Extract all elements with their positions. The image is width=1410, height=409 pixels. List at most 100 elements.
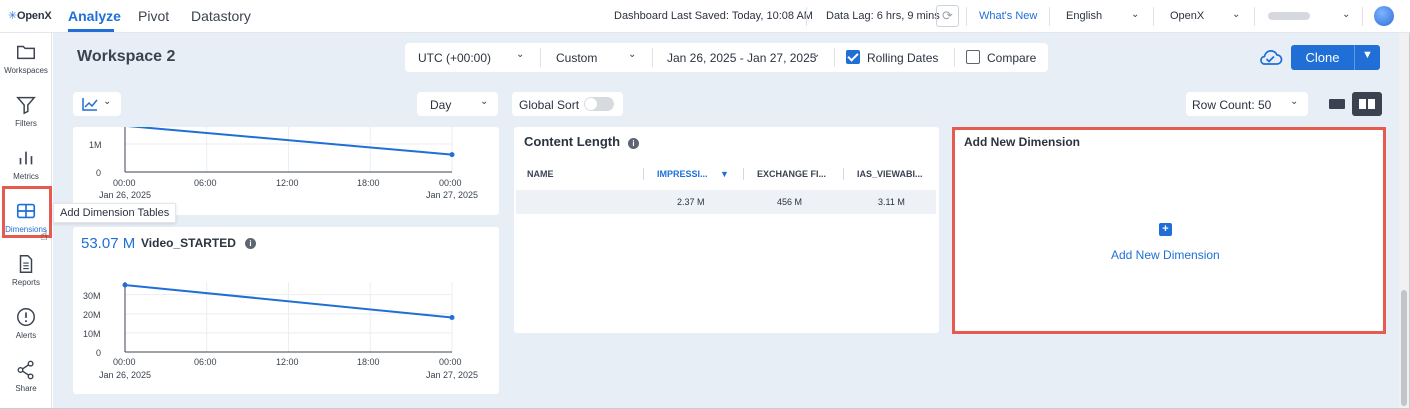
divider bbox=[1153, 7, 1154, 26]
chevron-down-icon[interactable]: ⌄ bbox=[812, 49, 820, 60]
split-view-icon bbox=[1359, 99, 1366, 109]
rolling-dates-label[interactable]: Rolling Dates bbox=[867, 51, 938, 65]
bar-chart-icon bbox=[19, 151, 33, 165]
dimension-table-title: Content Length bbox=[524, 134, 621, 149]
x-tick-label: 00:00 bbox=[439, 357, 462, 367]
column-header-ias-viewability[interactable]: IAS_VIEWABI... bbox=[857, 169, 923, 179]
column-header-exchange[interactable]: EXCHANGE FI... bbox=[757, 169, 826, 179]
top-line-chart bbox=[124, 127, 455, 173]
compare-checkbox[interactable] bbox=[966, 50, 980, 64]
language-select[interactable]: English bbox=[1066, 10, 1102, 22]
sidebar-item-label: Filters bbox=[15, 119, 37, 128]
divider bbox=[652, 48, 653, 67]
y-tick-label: 1M bbox=[89, 140, 102, 150]
y-tick-label: 0 bbox=[96, 348, 102, 358]
active-tab-indicator bbox=[68, 29, 114, 32]
chevron-down-icon[interactable]: ⌄ bbox=[1232, 9, 1240, 20]
chevron-down-icon[interactable]: ⌄ bbox=[480, 96, 488, 107]
cloud-save-icon[interactable] bbox=[1257, 47, 1283, 67]
x-date-label: Jan 26, 2025 bbox=[99, 370, 152, 380]
x-date-label: Jan 26, 2025 bbox=[99, 190, 152, 200]
column-divider[interactable] bbox=[843, 168, 844, 180]
table-cell: 2.37 M bbox=[677, 197, 705, 207]
row-count-value: 50 bbox=[1258, 98, 1272, 112]
sidebar-item-label: Workspaces bbox=[4, 66, 48, 75]
x-tick-label: 00:00 bbox=[439, 178, 462, 188]
hand-cursor-icon: ☝ bbox=[40, 228, 48, 243]
granularity-value: Day bbox=[430, 98, 452, 112]
two-column-view-button[interactable] bbox=[1352, 92, 1382, 116]
column-divider[interactable] bbox=[743, 168, 744, 180]
x-tick-label: 00:00 bbox=[113, 357, 136, 367]
x-date-label: Jan 27, 2025 bbox=[426, 370, 479, 380]
column-header-name[interactable]: NAME bbox=[527, 169, 554, 179]
user-name-redacted[interactable] bbox=[1268, 12, 1310, 20]
info-icon[interactable]: i bbox=[628, 138, 639, 149]
sidebar-item-share[interactable]: Share bbox=[0, 355, 52, 401]
refresh-icon[interactable]: ⟳ bbox=[936, 5, 959, 27]
clone-button[interactable]: Clone ▼ bbox=[1291, 45, 1380, 70]
account-select[interactable]: OpenX bbox=[1170, 10, 1204, 22]
range-type-select[interactable]: Custom bbox=[556, 51, 597, 65]
line-chart-icon bbox=[82, 98, 98, 111]
nav-tab-pivot[interactable]: Pivot bbox=[138, 8, 169, 24]
alert-icon bbox=[17, 308, 35, 326]
nav-tab-datastory[interactable]: Datastory bbox=[191, 8, 251, 24]
compare-label[interactable]: Compare bbox=[987, 51, 1036, 65]
chevron-down-icon[interactable]: ▼ bbox=[1355, 49, 1380, 61]
whats-new-link[interactable]: What's New bbox=[979, 10, 1037, 22]
y-tick-label: 10M bbox=[83, 329, 101, 339]
highlight-box bbox=[952, 127, 1386, 334]
sidebar-item-reports[interactable]: Reports bbox=[0, 249, 52, 295]
data-point bbox=[449, 152, 455, 158]
date-range-picker[interactable]: Jan 26, 2025 - Jan 27, 2025 bbox=[667, 51, 816, 65]
x-tick-label: 12:00 bbox=[276, 178, 299, 188]
sidebar-item-workspaces[interactable]: Workspaces bbox=[0, 37, 52, 83]
chevron-down-icon[interactable]: ⌄ bbox=[1342, 9, 1350, 20]
avatar[interactable] bbox=[1374, 6, 1394, 26]
table-row[interactable] bbox=[516, 190, 936, 214]
filter-icon bbox=[16, 96, 36, 115]
divider bbox=[1362, 7, 1363, 26]
global-sort-toggle[interactable] bbox=[584, 97, 614, 111]
sidebar-item-label: Reports bbox=[11, 278, 40, 287]
nav-tab-analyze[interactable]: Analyze bbox=[68, 8, 121, 24]
column-divider[interactable] bbox=[643, 168, 644, 180]
scrollbar-thumb[interactable] bbox=[1401, 290, 1407, 406]
folder-icon bbox=[17, 45, 35, 60]
x-tick-label: 18:00 bbox=[357, 357, 380, 367]
data-lag-status: Data Lag: 6 hrs, 9 mins bbox=[826, 10, 940, 22]
openx-logo[interactable]: ✳OpenX bbox=[8, 9, 52, 22]
document-icon bbox=[19, 255, 33, 273]
dashboard-saved-status: Dashboard Last Saved: Today, 10:08 AM bbox=[614, 10, 813, 22]
chevron-down-icon[interactable]: ⌄ bbox=[103, 96, 111, 107]
sidebar-item-label: Alerts bbox=[15, 331, 37, 340]
single-column-view-button[interactable] bbox=[1322, 92, 1352, 116]
page-title: Workspace 2 bbox=[77, 48, 176, 65]
divider bbox=[1254, 7, 1255, 26]
column-header-impressions[interactable]: IMPRESSI... bbox=[657, 169, 708, 179]
video-started-line-chart bbox=[122, 282, 455, 353]
divider bbox=[540, 48, 541, 67]
x-tick-label: 06:00 bbox=[194, 357, 217, 367]
sidebar-item-alerts[interactable]: Alerts bbox=[0, 302, 52, 348]
sidebar-item-label: Metrics bbox=[13, 172, 39, 181]
chevron-down-icon[interactable]: ⌄ bbox=[1131, 9, 1139, 20]
sidebar-item-metrics[interactable]: Metrics bbox=[0, 143, 52, 189]
content-length-card bbox=[514, 127, 939, 333]
rolling-dates-checkbox[interactable] bbox=[846, 50, 860, 64]
chevron-down-icon[interactable]: ⌄ bbox=[516, 49, 524, 60]
sidebar-item-label: Share bbox=[15, 384, 37, 393]
table-cell: 3.11 M bbox=[878, 197, 905, 207]
x-date-label: Jan 27, 2025 bbox=[426, 190, 479, 200]
sort-desc-icon[interactable]: ▼ bbox=[720, 169, 729, 179]
divider bbox=[966, 7, 967, 26]
chevron-down-icon[interactable]: ⌄ bbox=[1290, 96, 1298, 107]
timezone-select[interactable]: UTC (+00:00) bbox=[418, 51, 491, 65]
single-view-icon bbox=[1329, 99, 1345, 109]
x-tick-label: 12:00 bbox=[276, 357, 299, 367]
sidebar-item-filters[interactable]: Filters bbox=[0, 90, 52, 136]
x-tick-label: 00:00 bbox=[113, 178, 136, 188]
chevron-down-icon[interactable]: ⌄ bbox=[628, 49, 636, 60]
y-tick-label: 30M bbox=[83, 291, 101, 301]
